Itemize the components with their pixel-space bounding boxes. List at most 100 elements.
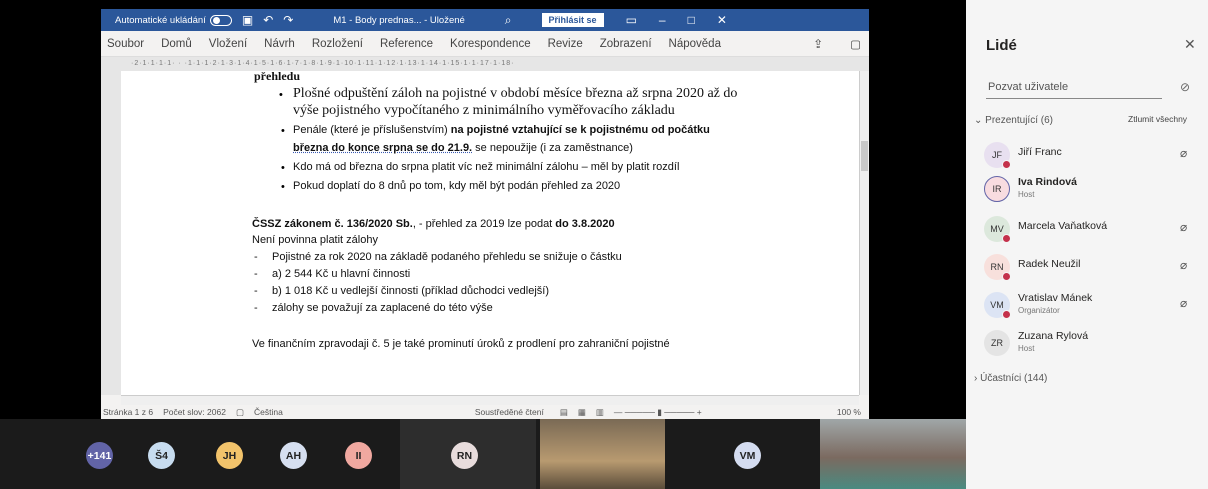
zoom-level[interactable]: 100 % [837, 407, 861, 417]
tab-reference[interactable]: Reference [380, 38, 433, 50]
participant-row[interactable]: RN Radek Neužil ⌀ [984, 252, 1206, 286]
tab-navrh[interactable]: Návrh [264, 38, 295, 50]
zoom-slider[interactable]: — ───── ▮ ───── + [614, 407, 702, 418]
participant-row[interactable]: JF Jiří Franc ⌀ [984, 140, 1206, 174]
tab-zobrazeni[interactable]: Zobrazení [600, 38, 652, 50]
people-panel: Lidé ✕ Pozvat uživatele ⊘ ⌄ Prezentující… [966, 0, 1208, 489]
tab-vlozeni[interactable]: Vložení [209, 38, 247, 50]
autosave-label: Automatické ukládání [115, 14, 206, 26]
word-titlebar: Automatické ukládání ▣ ↶ ↷ M1 - Body pre… [101, 9, 869, 31]
bullet-icon: • [281, 125, 285, 137]
tab-revize[interactable]: Revize [548, 38, 583, 50]
doc-text-bold: na pojistné vztahující se k pojistnému o… [450, 124, 710, 136]
maximize-icon[interactable]: □ [688, 13, 695, 27]
mute-all-button[interactable]: Ztlumit všechny [1128, 114, 1187, 124]
document-page[interactable]: přehledu • Plošné odpuštění záloh na poj… [121, 71, 859, 395]
close-icon[interactable]: ✕ [1184, 36, 1196, 53]
horizontal-scrollbar[interactable] [121, 395, 859, 405]
participant-video[interactable] [820, 419, 966, 489]
focus-mode[interactable]: Soustředěné čtení [475, 407, 544, 417]
share-icon[interactable]: ⇪ [813, 37, 823, 51]
participant-name: Vratislav Mánek [1018, 292, 1093, 304]
ribbon-tabs: Soubor Domů Vložení Návrh Rozložení Refe… [101, 31, 869, 57]
autosave-toggle[interactable] [209, 14, 232, 26]
tab-korespondence[interactable]: Korespondence [450, 38, 531, 50]
doc-dash-1: Pojistné za rok 2020 na základě podaného… [272, 251, 622, 263]
dash-icon: - [254, 268, 258, 280]
doc-bullet-1b: výše pojistného vypočítaného z minimální… [293, 103, 675, 118]
undo-icon[interactable]: ↶ [263, 13, 273, 27]
language[interactable]: Čeština [254, 407, 283, 417]
panel-title: Lidé [986, 37, 1017, 54]
avatar: IR [984, 176, 1010, 202]
participant-row[interactable]: IR Iva Rindová Host [984, 174, 1206, 208]
participant-video[interactable] [540, 419, 665, 489]
minimize-icon[interactable]: – [659, 13, 666, 27]
chevron-down-icon: ⌄ [974, 115, 986, 126]
comments-icon[interactable]: ▢ [850, 37, 861, 51]
mic-muted-icon: ⌀ [1180, 258, 1188, 272]
shared-screen-stage: Automatické ukládání ▣ ↶ ↷ M1 - Body pre… [0, 0, 966, 489]
tab-soubor[interactable]: Soubor [107, 38, 144, 50]
tab-rozlozeni[interactable]: Rozložení [312, 38, 363, 50]
page-count[interactable]: Stránka 1 z 6 [103, 407, 153, 417]
doc-bullet-1a: Plošné odpuštění záloh na pojistné v obd… [293, 86, 738, 101]
participant-name: Marcela Vaňatková [1018, 220, 1108, 232]
doc-dash-2: a) 2 544 Kč u hlavní činnosti [272, 268, 411, 280]
copy-link-icon[interactable]: ⊘ [1180, 80, 1190, 94]
participant-tile[interactable]: AH [280, 442, 307, 469]
doc-text-bold: ČSSZ zákonem č. 136/2020 Sb. [252, 218, 413, 230]
close-icon[interactable]: ✕ [717, 13, 727, 27]
participant-name: Iva Rindová [1018, 176, 1077, 188]
horizontal-ruler[interactable]: ·2·1·1·1·1· · ·1·1·1·2·1·3·1·4·1·5·1·6·1… [101, 57, 869, 71]
search-icon[interactable]: ⌕ [505, 13, 512, 28]
bullet-icon: • [281, 162, 285, 174]
overflow-participants[interactable]: +141 [86, 442, 113, 469]
participant-tile[interactable]: JH [216, 442, 243, 469]
doc-line: přehledu [254, 71, 301, 83]
status-dot-icon [1002, 160, 1011, 169]
redo-icon[interactable]: ↷ [283, 13, 293, 27]
read-mode-icon[interactable]: ▤ [560, 407, 568, 418]
signin-button[interactable]: Přihlásit se [541, 13, 604, 27]
participant-name: Jiří Franc [1018, 146, 1062, 158]
participant-tile[interactable]: II [345, 442, 372, 469]
print-layout-icon[interactable]: ▦ [578, 407, 586, 418]
tab-domu[interactable]: Domů [161, 38, 192, 50]
participant-tile[interactable]: VM [734, 442, 761, 469]
participant-row[interactable]: MV Marcela Vaňatková ⌀ [984, 214, 1206, 248]
participant-row[interactable]: ZR Zuzana Rylová Host [984, 328, 1206, 362]
doc-paragraph-3: Ve finančním zpravodaji č. 5 je také pro… [252, 338, 670, 350]
participant-name: Radek Neužil [1018, 258, 1081, 270]
participant-row[interactable]: VM Vratislav Mánek Organizátor ⌀ [984, 290, 1206, 324]
scroll-thumb[interactable] [861, 141, 868, 171]
tab-napoveda[interactable]: Nápověda [669, 38, 721, 50]
ribbon-display-icon[interactable]: ▭ [626, 13, 637, 27]
participant-tile[interactable]: Š4 [148, 442, 175, 469]
vertical-scrollbar[interactable] [859, 71, 869, 395]
participant-role: Host [1018, 190, 1035, 199]
doc-dash-4: zálohy se považují za zaplacené do této … [272, 302, 493, 314]
web-layout-icon[interactable]: ▥ [596, 407, 604, 418]
doc-text: Penále (které je příslušenstvím) [293, 124, 451, 136]
attendees-section[interactable]: › Účastníci (144) [974, 373, 1047, 384]
doc-text-bold: března do konce srpna se do 21.9. [293, 142, 473, 154]
dash-icon: - [254, 251, 258, 263]
invite-input[interactable]: Pozvat uživatele [986, 77, 1162, 99]
bullet-icon: • [281, 181, 285, 193]
word-count[interactable]: Počet slov: 2062 [163, 407, 226, 417]
presenters-label: Prezentující (6) [985, 115, 1053, 126]
vertical-ruler [101, 71, 121, 395]
presenters-section[interactable]: ⌄ Prezentující (6) [974, 115, 1053, 126]
save-icon[interactable]: ▣ [242, 13, 253, 27]
teams-meeting-window: Automatické ukládání ▣ ↶ ↷ M1 - Body pre… [0, 0, 1208, 489]
participant-role: Organizátor [1018, 306, 1060, 315]
doc-paragraph-1: ČSSZ zákonem č. 136/2020 Sb., - přehled … [252, 218, 615, 230]
participant-tile[interactable]: RN [451, 442, 478, 469]
doc-dash-3: b) 1 018 Kč u vedlejší činnosti (příklad… [272, 285, 549, 297]
dash-icon: - [254, 302, 258, 314]
proofing-icon[interactable]: ▢ [236, 407, 244, 418]
dash-icon: - [254, 285, 258, 297]
participant-name: Zuzana Rylová [1018, 330, 1089, 342]
doc-bullet-2a: Penále (které je příslušenstvím) na poji… [293, 124, 710, 136]
